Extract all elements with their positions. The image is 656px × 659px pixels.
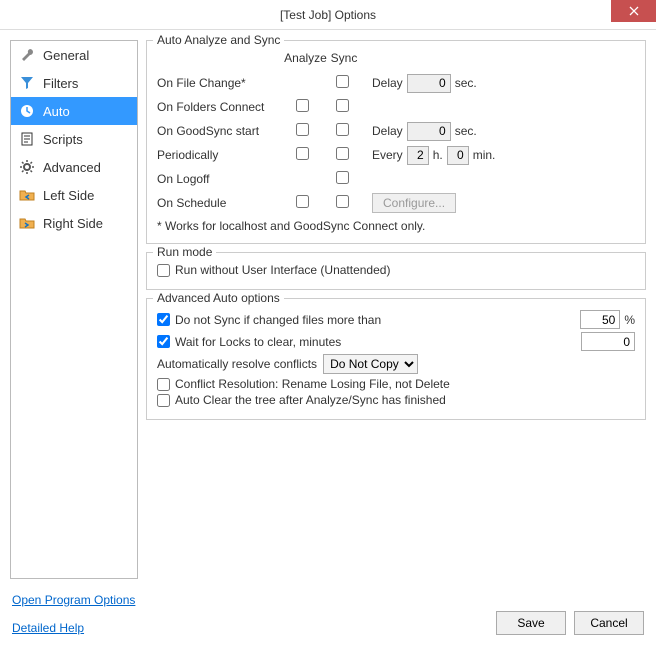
- check-dont-sync[interactable]: [157, 313, 170, 326]
- sidebar-item-label: Advanced: [43, 160, 101, 175]
- group-title: Auto Analyze and Sync: [153, 33, 284, 47]
- group-title-advanced: Advanced Auto options: [153, 291, 284, 305]
- window-title: [Test Job] Options: [280, 8, 376, 22]
- sidebar-item-label: Left Side: [43, 188, 94, 203]
- sidebar-item-rightside[interactable]: Right Side: [11, 209, 137, 237]
- check-conflict-rename[interactable]: [157, 378, 170, 391]
- min-label: min.: [473, 148, 496, 162]
- close-icon: [629, 6, 639, 16]
- check-wait-locks[interactable]: [157, 335, 170, 348]
- check-start-analyze[interactable]: [296, 123, 309, 136]
- sidebar-item-auto[interactable]: Auto: [11, 97, 137, 125]
- resolve-select[interactable]: Do Not Copy: [323, 354, 418, 374]
- sidebar-item-advanced[interactable]: Advanced: [11, 153, 137, 181]
- resolve-label: Automatically resolve conflicts: [157, 357, 317, 371]
- dont-sync-value[interactable]: [580, 310, 620, 329]
- group-run-mode: Run mode Run without User Interface (Una…: [146, 252, 646, 290]
- footnote: * Works for localhost and GoodSync Conne…: [157, 219, 635, 233]
- group-title-runmode: Run mode: [153, 245, 216, 259]
- sidebar: General Filters Auto Scripts Advanced Le…: [10, 40, 138, 579]
- sidebar-item-leftside[interactable]: Left Side: [11, 181, 137, 209]
- row-periodically: Periodically: [157, 148, 282, 162]
- col-analyze: Analyze: [282, 51, 329, 65]
- sidebar-item-label: Auto: [43, 104, 70, 119]
- check-schedule-sync[interactable]: [336, 195, 349, 208]
- min-input[interactable]: [447, 146, 469, 165]
- clock-icon: [19, 103, 35, 119]
- auto-clear-label: Auto Clear the tree after Analyze/Sync h…: [175, 393, 446, 407]
- every-label: Every: [372, 148, 403, 162]
- folder-right-icon: [19, 215, 35, 231]
- sec-label-2: sec.: [455, 124, 477, 138]
- wrench-icon: [19, 47, 35, 63]
- delay-label: Delay: [372, 76, 403, 90]
- check-folders-sync[interactable]: [336, 99, 349, 112]
- hours-input[interactable]: [407, 146, 429, 165]
- conflict-rename-label: Conflict Resolution: Rename Losing File,…: [175, 377, 450, 391]
- check-unattended[interactable]: [157, 264, 170, 277]
- percent-label: %: [624, 313, 635, 327]
- wait-locks-label: Wait for Locks to clear, minutes: [175, 335, 341, 349]
- sec-label: sec.: [455, 76, 477, 90]
- row-file-change: On File Change*: [157, 76, 282, 90]
- check-auto-clear[interactable]: [157, 394, 170, 407]
- check-filechange-sync[interactable]: [336, 75, 349, 88]
- row-folders-connect: On Folders Connect: [157, 100, 282, 114]
- titlebar: [Test Job] Options: [0, 0, 656, 30]
- check-schedule-analyze[interactable]: [296, 195, 309, 208]
- gear-icon: [19, 159, 35, 175]
- delay-input-1[interactable]: [407, 74, 451, 93]
- dont-sync-label: Do not Sync if changed files more than: [175, 313, 381, 327]
- script-icon: [19, 131, 35, 147]
- sidebar-item-label: Scripts: [43, 132, 83, 147]
- row-goodsync-start: On GoodSync start: [157, 124, 282, 138]
- col-sync: Sync: [329, 51, 359, 65]
- check-logoff-sync[interactable]: [336, 171, 349, 184]
- sidebar-item-scripts[interactable]: Scripts: [11, 125, 137, 153]
- close-button[interactable]: [611, 0, 656, 22]
- delay-label-2: Delay: [372, 124, 403, 138]
- funnel-icon: [19, 75, 35, 91]
- row-schedule: On Schedule: [157, 196, 282, 210]
- save-button[interactable]: Save: [496, 611, 566, 635]
- wait-locks-value[interactable]: [581, 332, 635, 351]
- unattended-label: Run without User Interface (Unattended): [175, 263, 390, 277]
- link-program-options[interactable]: Open Program Options: [12, 593, 135, 607]
- check-period-analyze[interactable]: [296, 147, 309, 160]
- configure-button[interactable]: Configure...: [372, 193, 456, 213]
- sidebar-item-general[interactable]: General: [11, 41, 137, 69]
- row-logoff: On Logoff: [157, 172, 282, 186]
- sidebar-item-label: General: [43, 48, 89, 63]
- sidebar-item-label: Filters: [43, 76, 78, 91]
- group-auto-analyze: Auto Analyze and Sync Analyze Sync On Fi…: [146, 40, 646, 244]
- sidebar-item-filters[interactable]: Filters: [11, 69, 137, 97]
- link-detailed-help[interactable]: Detailed Help: [12, 621, 135, 635]
- check-period-sync[interactable]: [336, 147, 349, 160]
- folder-left-icon: [19, 187, 35, 203]
- delay-input-2[interactable]: [407, 122, 451, 141]
- check-start-sync[interactable]: [336, 123, 349, 136]
- h-label: h.: [433, 148, 443, 162]
- group-advanced-auto: Advanced Auto options Do not Sync if cha…: [146, 298, 646, 420]
- sidebar-item-label: Right Side: [43, 216, 103, 231]
- cancel-button[interactable]: Cancel: [574, 611, 644, 635]
- check-folders-analyze[interactable]: [296, 99, 309, 112]
